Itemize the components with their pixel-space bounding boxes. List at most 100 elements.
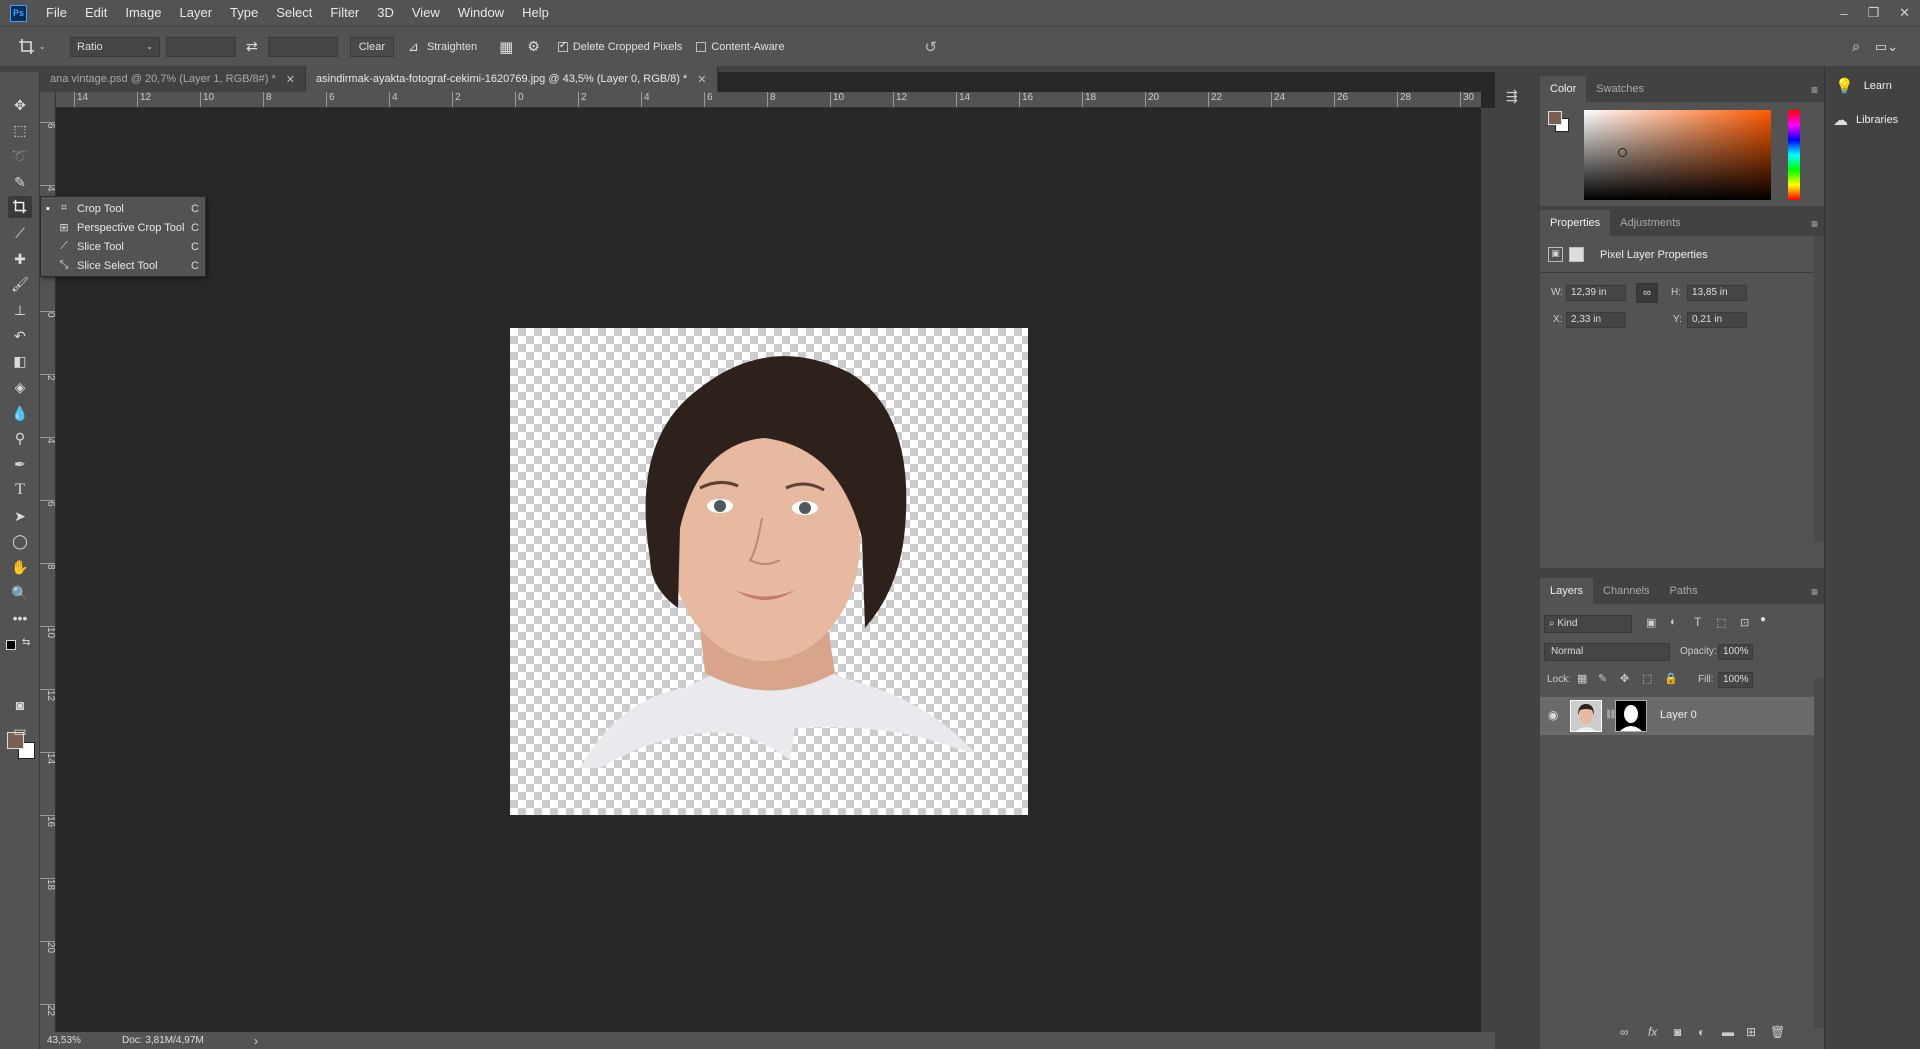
flyout-slice-tool[interactable]: ⟋ Slice Tool C <box>41 237 205 256</box>
foreground-swatch[interactable] <box>1548 111 1562 125</box>
tab-properties[interactable]: Properties <box>1540 210 1611 236</box>
status-arrow-icon[interactable]: › <box>254 1034 258 1048</box>
minimize-button[interactable]: – <box>1840 6 1847 21</box>
document-image[interactable] <box>510 328 1028 815</box>
menu-window[interactable]: Window <box>449 0 513 26</box>
path-select-tool-icon[interactable]: ➤ <box>8 505 32 527</box>
straighten-icon[interactable]: ⊿ <box>408 39 419 55</box>
healing-brush-tool-icon[interactable]: ✚ <box>8 248 32 270</box>
reset-icon[interactable]: ↺ <box>924 38 937 56</box>
default-colors-icon[interactable] <box>6 640 16 650</box>
pen-tool-icon[interactable]: ✒ <box>8 453 32 475</box>
tab-layers[interactable]: Layers <box>1540 578 1594 604</box>
close-icon[interactable]: ✕ <box>286 73 295 86</box>
quick-select-tool-icon[interactable]: ✎ <box>8 171 32 193</box>
filter-smart-object-icon[interactable]: ⊡ <box>1740 616 1749 629</box>
trash-icon[interactable]: 🗑 <box>1770 1025 1785 1039</box>
eyedropper-tool-icon[interactable]: ⟋ <box>8 222 32 244</box>
menu-3d[interactable]: 3D <box>368 0 403 26</box>
lock-all-icon[interactable]: 🔒 <box>1664 672 1678 685</box>
menu-layer[interactable]: Layer <box>171 0 222 26</box>
layer-row[interactable]: ◉ ⛓ Layer 0 <box>1540 697 1814 735</box>
hand-tool-icon[interactable]: ✋ <box>8 556 32 578</box>
blend-mode-select[interactable]: Normal <box>1544 643 1670 661</box>
ratio-width-input[interactable] <box>166 36 236 57</box>
paint-bucket-tool-icon[interactable]: ◈ <box>8 376 32 398</box>
tab-color[interactable]: Color <box>1540 76 1587 102</box>
lock-position-icon[interactable]: ✥ <box>1620 672 1629 685</box>
swap-icon[interactable]: ⇄ <box>246 38 258 55</box>
more-tools-icon[interactable]: ••• <box>8 607 32 629</box>
brush-tool-icon[interactable]: 🖌 <box>8 273 32 295</box>
new-layer-icon[interactable]: ⊞ <box>1746 1025 1756 1039</box>
horizontal-ruler[interactable]: 14 12 10 8 6 4 2 0 2 4 6 8 10 12 14 16 18 20 22 24 26 28 30 <box>56 92 1481 108</box>
menu-file[interactable]: File <box>37 0 76 26</box>
fill-input[interactable]: 100% <box>1718 672 1753 688</box>
type-tool-icon[interactable]: T <box>8 479 32 501</box>
tool-preset-picker[interactable]: ⌄ <box>18 38 48 56</box>
mask-icon[interactable] <box>1569 247 1584 262</box>
x-input[interactable]: 2,33 in <box>1566 312 1626 328</box>
tab-adjustments[interactable]: Adjustments <box>1610 210 1691 236</box>
screen-mode-icon[interactable]: ▭ <box>8 720 32 742</box>
properties-scrollbar[interactable] <box>1814 236 1824 542</box>
hue-slider[interactable] <box>1788 110 1800 200</box>
add-mask-icon[interactable]: ◙ <box>1674 1025 1681 1039</box>
menu-filter[interactable]: Filter <box>321 0 368 26</box>
tab-swatches[interactable]: Swatches <box>1586 76 1654 102</box>
layer-filter-select[interactable]: ⌕ Kind <box>1544 615 1632 633</box>
lasso-tool-icon[interactable]: ➰ <box>8 145 32 167</box>
straighten-label[interactable]: Straighten <box>427 41 477 53</box>
filter-pixel-icon[interactable]: ▣ <box>1646 616 1656 629</box>
tab-paths[interactable]: Paths <box>1660 578 1708 604</box>
height-input[interactable]: 13,85 in <box>1687 285 1747 301</box>
layers-scrollbar[interactable] <box>1814 678 1824 1028</box>
panel-menu-icon[interactable]: ≡ <box>1811 217 1818 231</box>
ratio-height-input[interactable] <box>267 36 338 57</box>
restore-button[interactable]: ❐ <box>1867 5 1879 21</box>
vertical-scrollbar[interactable] <box>1481 108 1495 1032</box>
flyout-slice-select-tool[interactable]: ⤡ Slice Select Tool C <box>41 256 205 275</box>
new-group-icon[interactable]: ▬ <box>1722 1025 1734 1039</box>
libraries-button[interactable]: ☁ Libraries <box>1825 104 1920 136</box>
swap-colors-icon[interactable]: ⇆ <box>22 637 30 648</box>
move-tool-icon[interactable]: ✥ <box>8 94 32 116</box>
filter-toggle-icon[interactable]: ● <box>1760 614 1766 625</box>
menu-help[interactable]: Help <box>513 0 558 26</box>
close-button[interactable]: ✕ <box>1899 5 1910 21</box>
menu-type[interactable]: Type <box>221 0 267 26</box>
menu-view[interactable]: View <box>403 0 449 26</box>
overlay-grid-icon[interactable]: ▦ <box>499 38 513 56</box>
fx-icon[interactable]: fx <box>1648 1025 1657 1039</box>
link-icon[interactable]: ∞ <box>1636 283 1658 303</box>
dodge-tool-icon[interactable]: ⚲ <box>8 427 32 449</box>
zoom-tool-icon[interactable]: 🔍 <box>8 582 32 604</box>
eye-visibility-icon[interactable]: ◉ <box>1548 708 1558 722</box>
ratio-select[interactable]: Ratio ⌄ <box>70 36 160 57</box>
tab-channels[interactable]: Channels <box>1593 578 1659 604</box>
panel-menu-icon[interactable]: ≡ <box>1811 585 1818 599</box>
opacity-input[interactable]: 100% <box>1718 644 1753 660</box>
menu-edit[interactable]: Edit <box>76 0 116 26</box>
eraser-tool-icon[interactable]: ◧ <box>8 350 32 372</box>
color-picker-marker[interactable] <box>1618 148 1627 157</box>
filter-adjustment-icon[interactable]: ◐ <box>1670 616 1677 628</box>
delete-cropped-checkbox[interactable]: Delete Cropped Pixels <box>557 40 682 53</box>
panel-menu-icon[interactable]: ≡ <box>1811 83 1818 97</box>
lock-pixels-icon[interactable]: ✎ <box>1598 672 1607 685</box>
history-brush-tool-icon[interactable]: ↶ <box>8 325 32 347</box>
ellipse-tool-icon[interactable]: ◯ <box>8 530 32 552</box>
gear-icon[interactable]: ⚙ <box>527 38 540 55</box>
flyout-crop-tool[interactable]: ▪ ⌗ Crop Tool C <box>41 199 205 218</box>
search-icon[interactable]: ⌕ <box>1852 38 1860 55</box>
adjustment-layer-icon[interactable]: ◐ <box>1698 1025 1705 1039</box>
layer-mask-thumbnail[interactable] <box>1615 700 1647 732</box>
marquee-tool-icon[interactable]: ⬚ <box>8 119 32 141</box>
quick-mask-icon[interactable]: ◙ <box>8 694 32 716</box>
y-input[interactable]: 0,21 in <box>1687 312 1747 328</box>
clone-stamp-tool-icon[interactable]: ⊥ <box>8 299 32 321</box>
history-panel-icon[interactable]: ⇶ <box>1506 88 1518 105</box>
flyout-perspective-crop-tool[interactable]: ⊞ Perspective Crop Tool C <box>41 218 205 237</box>
blur-tool-icon[interactable]: 💧 <box>8 402 32 424</box>
color-field[interactable] <box>1584 110 1771 200</box>
